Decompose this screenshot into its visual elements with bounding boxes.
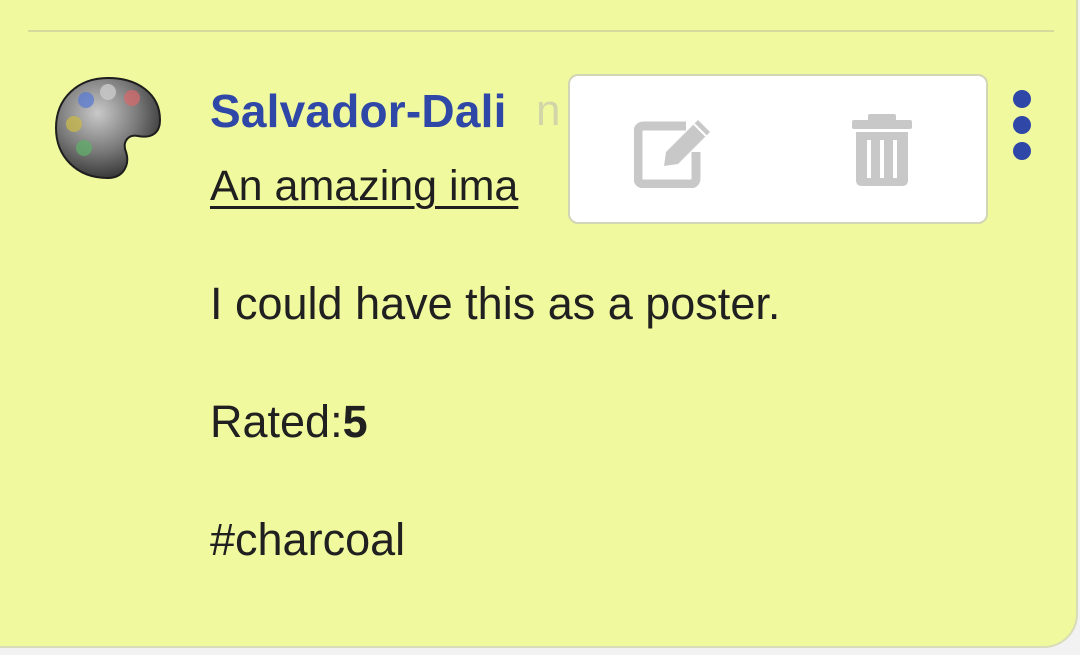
rating-value: 5 xyxy=(342,396,368,447)
delete-button[interactable] xyxy=(842,112,922,188)
more-dot xyxy=(1013,142,1031,160)
more-vertical-icon[interactable] xyxy=(1004,90,1040,160)
edit-button[interactable] xyxy=(633,112,714,189)
rating-label: Rated: xyxy=(210,396,343,447)
trash-icon xyxy=(852,114,912,186)
palette-icon[interactable] xyxy=(52,72,164,184)
hashtag-link[interactable]: #charcoal xyxy=(210,514,405,566)
divider xyxy=(28,30,1054,32)
more-dot xyxy=(1013,116,1031,134)
more-dot xyxy=(1013,90,1031,108)
edit-icon xyxy=(633,120,710,189)
comment-text: I could have this as a poster. xyxy=(210,278,781,329)
post-title-link[interactable]: An amazing ima xyxy=(210,162,518,211)
comment-card: Salvador-Dali n An amazing ima I could h… xyxy=(0,0,1078,648)
rating: Rated:5 xyxy=(210,396,368,448)
action-popup-menu xyxy=(568,74,988,224)
timestamp: n xyxy=(536,86,561,135)
author-name[interactable]: Salvador-Dali xyxy=(210,84,507,138)
